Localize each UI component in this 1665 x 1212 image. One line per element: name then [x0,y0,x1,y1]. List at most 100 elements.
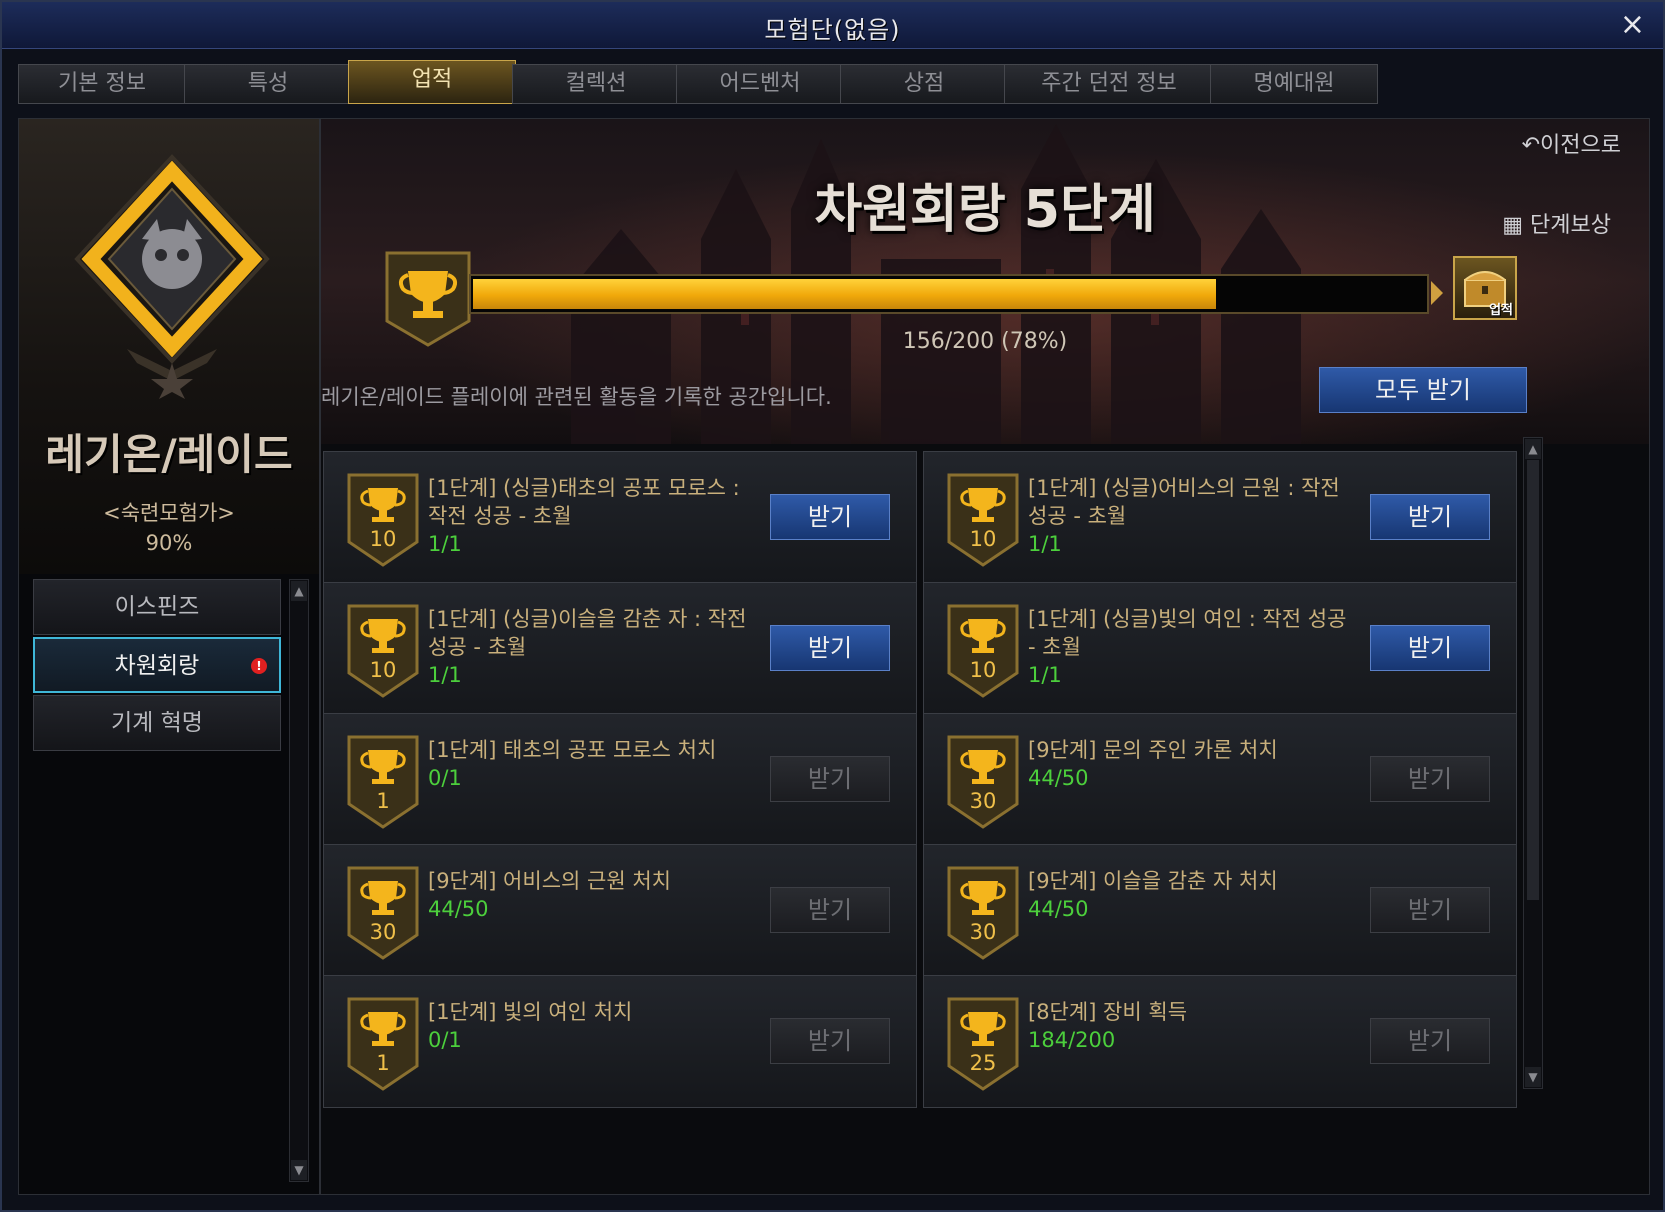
category-percent: 90% [145,531,193,555]
stage-reward-chest[interactable]: 업적 [1453,256,1517,320]
stage-reward-label: ▦ 단계보상 [1502,207,1611,239]
category-scrollbar[interactable]: ▲ ▼ [289,579,309,1182]
close-icon[interactable]: × [1620,10,1645,40]
receive-button[interactable]: 받기 [1370,494,1490,540]
receive-button[interactable]: 받기 [770,1018,890,1064]
trophy-icon: 30 [346,865,420,961]
trophy-badge-icon: 30 [347,866,419,960]
nav-item-ispins[interactable]: 이스핀즈 [33,579,281,635]
nav-item-label: 차원회랑 [114,653,200,679]
receive-button[interactable]: 받기 [1370,625,1490,671]
scroll-thumb[interactable] [1527,460,1539,900]
trophy-badge-icon: 10 [347,473,419,567]
receive-button[interactable]: 받기 [1370,887,1490,933]
tab-weekly-dungeon[interactable]: 주간 던전 정보 [1004,64,1214,104]
achievement-title: [1단계] (싱글)어비스의 근원 : 작전 성공 - 초월 [1028,476,1340,528]
adventure-window: 모험단(없음) × 기본 정보 특성 업적 컬렉션 어드벤처 상점 주간 던전 … [0,0,1665,1212]
receive-button[interactable]: 받기 [770,887,890,933]
tab-adventure[interactable]: 어드벤처 [676,64,844,104]
category-panel: 레기온/레이드 <숙련모험가> 90% 이스핀즈 차원회랑 ! 기계 혁명 ▲ … [18,118,320,1195]
receive-all-button[interactable]: 모두 받기 [1319,367,1527,413]
stage-progress-text: 156/200 (78%) [902,329,1068,354]
achievement-info: [8단계] 장비 획득 184/200 [1028,998,1358,1054]
achievement-card: 1 [1단계] 빛의 여인 처치 0/1 받기 [323,975,917,1108]
category-rank: <숙련모험가> [103,501,235,525]
trophy-badge-icon: 30 [947,866,1019,960]
trophy-badge-icon: 1 [347,735,419,829]
achievement-card: 30 [9단계] 어비스의 근원 처치 44/50 받기 [323,844,917,977]
achievement-info: [1단계] 태초의 공포 모로스 처치 0/1 [428,736,758,792]
achievement-progress: 184/200 [1028,1028,1116,1052]
legion-raid-emblem-icon [74,154,270,399]
trophy-badge-icon: 25 [947,997,1019,1091]
achievement-points: 10 [370,527,397,551]
tab-collection[interactable]: 컬렉션 [512,64,680,104]
achievement-scrollbar[interactable]: ▲ ▼ [1523,437,1543,1089]
achievement-card: 30 [9단계] 문의 주인 카론 처치 44/50 받기 [923,713,1517,846]
achievement-progress: 44/50 [1028,897,1089,921]
category-title: 레기온/레이드 [45,430,293,479]
achievement-title: [1단계] (싱글)빛의 여인 : 작전 성공 - 초월 [1028,607,1347,659]
scroll-up-icon[interactable]: ▲ [1525,439,1541,459]
achievement-title: [1단계] (싱글)태초의 공포 모로스 : 작전 성공 - 초월 [428,476,740,528]
achievement-title: [9단계] 문의 주인 카론 처치 [1028,738,1278,762]
achievement-progress: 0/1 [428,766,462,790]
trophy-badge-icon: 10 [947,604,1019,698]
achievement-info: [9단계] 어비스의 근원 처치 44/50 [428,867,758,923]
achievement-progress: 1/1 [428,532,462,556]
achievement-card: 10 [1단계] (싱글)어비스의 근원 : 작전 성공 - 초월 1/1 받기 [923,451,1517,584]
achievement-points: 10 [370,658,397,682]
trophy-badge-icon: 10 [947,473,1019,567]
trophy-icon: 10 [946,603,1020,699]
nav-item-machine-revolution[interactable]: 기계 혁명 [33,695,281,751]
category-header: 레기온/레이드 <숙련모험가> 90% [19,119,319,574]
achievement-points: 25 [970,1051,997,1075]
reward-tag: 업적 [1489,303,1513,318]
tab-achievements[interactable]: 업적 [348,60,516,104]
achievement-points: 30 [370,920,397,944]
arrow-right-icon [1431,281,1443,305]
tab-bar: 기본 정보 특성 업적 컬렉션 어드벤처 상점 주간 던전 정보 명예대원 [18,60,1458,104]
achievement-title: [8단계] 장비 획득 [1028,1000,1188,1024]
trophy-badge-icon: 1 [347,997,419,1091]
alert-icon: ! [251,658,267,674]
trophy-icon: 10 [346,603,420,699]
achievement-progress: 44/50 [428,897,489,921]
receive-button[interactable]: 받기 [1370,1018,1490,1064]
stage-progress-fill [473,279,1216,309]
title-bar: 모험단(없음) × [2,2,1663,49]
achievement-panel: ↶이전으로 차원회랑 5단계 156/200 (78%) ▦ 단계보상 업적 레… [320,118,1650,1195]
scroll-up-icon[interactable]: ▲ [291,581,307,601]
achievement-info: [1단계] (싱글)어비스의 근원 : 작전 성공 - 초월 1/1 [1028,474,1358,558]
receive-button[interactable]: 받기 [770,625,890,671]
receive-button[interactable]: 받기 [1370,756,1490,802]
scroll-down-icon[interactable]: ▼ [291,1160,307,1180]
achievement-info: [9단계] 이슬을 감춘 자 처치 44/50 [1028,867,1358,923]
achievement-progress: 0/1 [428,1028,462,1052]
back-button[interactable]: ↶이전으로 [1522,127,1621,159]
achievement-progress: 44/50 [1028,766,1089,790]
tab-shop[interactable]: 상점 [840,64,1008,104]
stage-banner: ↶이전으로 차원회랑 5단계 156/200 (78%) ▦ 단계보상 업적 레… [321,119,1649,444]
achievement-info: [1단계] (싱글)이슬을 감춘 자 : 작전 성공 - 초월 1/1 [428,605,758,689]
receive-button[interactable]: 받기 [770,494,890,540]
achievement-title: [9단계] 이슬을 감춘 자 처치 [1028,869,1278,893]
tab-basic-info[interactable]: 기본 정보 [18,64,186,104]
scroll-down-icon[interactable]: ▼ [1525,1067,1541,1087]
achievement-points: 30 [970,920,997,944]
trophy-badge-icon: 10 [347,604,419,698]
window-title: 모험단(없음) [764,16,901,44]
tab-honor-member[interactable]: 명예대원 [1210,64,1378,104]
achievement-title: [1단계] (싱글)이슬을 감춘 자 : 작전 성공 - 초월 [428,607,747,659]
achievement-info: [1단계] (싱글)빛의 여인 : 작전 성공 - 초월 1/1 [1028,605,1358,689]
trophy-icon: 30 [946,865,1020,961]
nav-item-label: 기계 혁명 [111,710,203,736]
achievement-points: 1 [376,789,389,813]
nav-item-dimension-corridor[interactable]: 차원회랑 ! [33,637,281,693]
receive-button[interactable]: 받기 [770,756,890,802]
achievement-card: 30 [9단계] 이슬을 감춘 자 처치 44/50 받기 [923,844,1517,977]
achievement-points: 10 [970,527,997,551]
achievement-title: [1단계] 빛의 여인 처치 [428,1000,633,1024]
trophy-icon: 30 [946,734,1020,830]
tab-traits[interactable]: 특성 [184,64,352,104]
